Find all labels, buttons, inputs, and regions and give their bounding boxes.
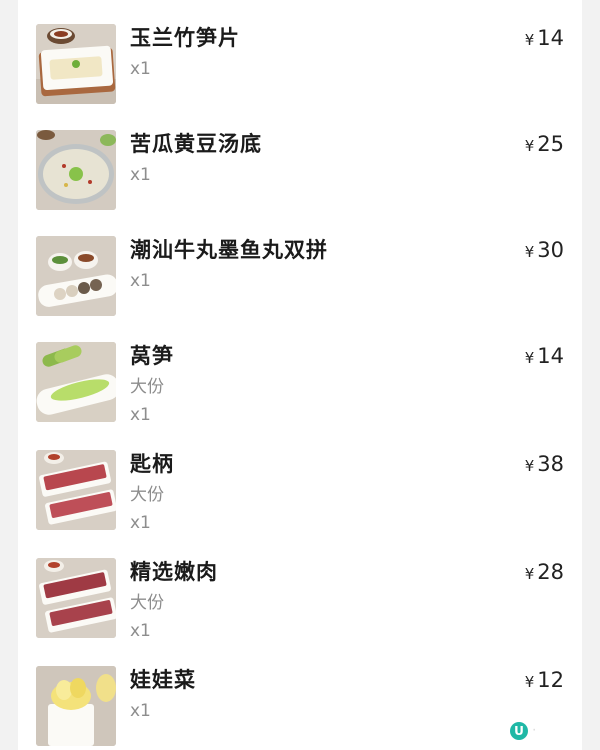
list-item[interactable]: 精选嫩肉 大份 x1 ¥28: [36, 558, 564, 641]
item-price: ¥30: [525, 236, 564, 266]
currency-symbol: ¥: [524, 137, 535, 155]
item-spec: 大份: [130, 485, 164, 505]
item-price-value: 12: [537, 668, 564, 692]
item-image-meatball-platter: [36, 236, 116, 316]
item-price: ¥14: [525, 24, 564, 54]
item-quantity: x1: [130, 271, 151, 291]
item-quantity: x1: [130, 405, 151, 425]
item-name: 潮汕牛丸墨鱼丸双拼: [130, 238, 328, 262]
item-spec: 大份: [130, 593, 164, 613]
item-price-value: 14: [537, 344, 564, 368]
currency-symbol: ¥: [524, 457, 535, 475]
list-item[interactable]: 玉兰竹笋片 x1 ¥14: [36, 24, 564, 106]
item-image-beef-slices: [36, 450, 116, 530]
item-price-value: 30: [537, 238, 564, 262]
item-price: ¥38: [525, 450, 564, 480]
list-item[interactable]: 苦瓜黄豆汤底 x1 ¥25: [36, 130, 564, 212]
item-quantity: x1: [130, 621, 151, 641]
currency-symbol: ¥: [524, 673, 535, 691]
list-item[interactable]: 匙柄 大份 x1 ¥38: [36, 450, 564, 533]
item-name: 莴笋: [130, 344, 174, 368]
item-name: 娃娃菜: [130, 668, 196, 692]
item-quantity: x1: [130, 701, 151, 721]
item-image-bamboo-shoot: [36, 24, 116, 104]
list-item[interactable]: 娃娃菜 x1 ¥12: [36, 666, 564, 748]
order-items-panel: 玉兰竹笋片 x1 ¥14 苦瓜黄豆汤底 x1 ¥25 潮汕牛丸墨鱼丸双拼 x1 …: [18, 0, 582, 750]
item-price-value: 14: [537, 26, 564, 50]
item-name: 精选嫩肉: [130, 560, 218, 584]
item-name: 玉兰竹笋片: [130, 26, 240, 50]
item-name: 匙柄: [130, 452, 174, 476]
item-quantity: x1: [130, 165, 151, 185]
watermark: U ·: [510, 722, 600, 748]
item-quantity: x1: [130, 59, 151, 79]
item-price-value: 28: [537, 560, 564, 584]
currency-symbol: ¥: [524, 349, 535, 367]
item-price: ¥25: [525, 130, 564, 160]
item-price: ¥28: [525, 558, 564, 588]
item-price: ¥12: [525, 666, 564, 696]
item-price-value: 38: [537, 452, 564, 476]
item-price: ¥14: [525, 342, 564, 372]
item-image-baby-cabbage: [36, 666, 116, 746]
currency-symbol: ¥: [524, 31, 535, 49]
item-spec: 大份: [130, 377, 164, 397]
currency-symbol: ¥: [524, 243, 535, 261]
list-item[interactable]: 潮汕牛丸墨鱼丸双拼 x1 ¥30: [36, 236, 564, 318]
watermark-logo-icon: U: [510, 722, 528, 740]
currency-symbol: ¥: [524, 565, 535, 583]
list-item[interactable]: 莴笋 大份 x1 ¥14: [36, 342, 564, 425]
item-image-tender-beef: [36, 558, 116, 638]
item-price-value: 25: [537, 132, 564, 156]
item-image-soup-pot: [36, 130, 116, 210]
item-name: 苦瓜黄豆汤底: [130, 132, 262, 156]
watermark-text: ·: [532, 723, 537, 739]
item-quantity: x1: [130, 513, 151, 533]
item-image-lettuce-stem: [36, 342, 116, 422]
